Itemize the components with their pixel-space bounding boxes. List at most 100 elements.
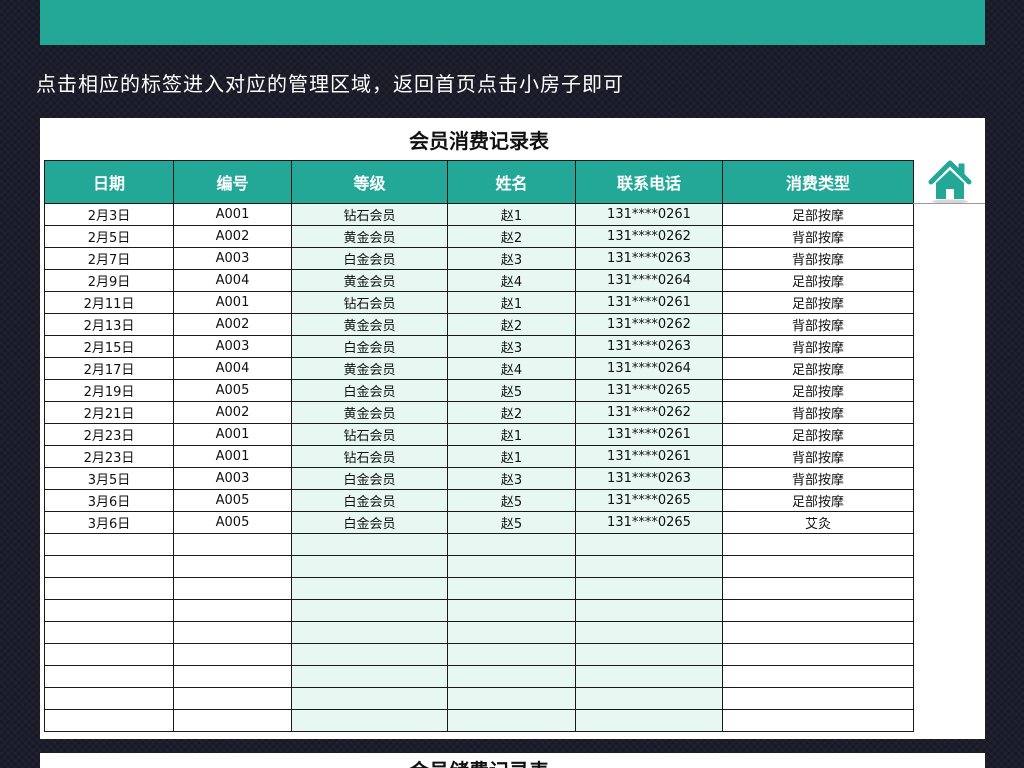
cell-type[interactable] [722,555,914,578]
cell-level[interactable] [291,643,448,666]
cell-id[interactable]: A005 [173,379,292,402]
cell-phone[interactable]: 131****0265 [575,489,723,512]
cell-date[interactable]: 2月15日 [44,335,174,358]
cell-name[interactable]: 赵2 [447,313,576,336]
cell-id[interactable]: A002 [173,225,292,248]
cell-date[interactable] [44,665,174,688]
cell-type[interactable]: 背部按摩 [722,401,914,424]
cell-name[interactable] [447,709,576,732]
cell-id[interactable]: A003 [173,247,292,270]
table-row[interactable]: 2月23日 A001 钻石会员 赵1 131****0261 背部按摩 [44,445,914,468]
cell-id[interactable]: A001 [173,291,292,314]
cell-phone[interactable]: 131****0261 [575,291,723,314]
cell-name[interactable] [447,665,576,688]
cell-name[interactable] [447,533,576,556]
cell-level[interactable] [291,687,448,710]
cell-name[interactable]: 赵2 [447,225,576,248]
cell-level[interactable] [291,599,448,622]
cell-id[interactable]: A001 [173,445,292,468]
table-row[interactable]: 2月7日 A003 白金会员 赵3 131****0263 背部按摩 [44,247,914,270]
table-row[interactable] [44,709,914,732]
cell-date[interactable] [44,709,174,732]
cell-name[interactable] [447,621,576,644]
cell-date[interactable]: 2月21日 [44,401,174,424]
table-row[interactable]: 2月15日 A003 白金会员 赵3 131****0263 背部按摩 [44,335,914,358]
cell-level[interactable]: 钻石会员 [291,203,448,226]
cell-type[interactable]: 背部按摩 [722,225,914,248]
cell-level[interactable] [291,621,448,644]
table-row[interactable] [44,643,914,666]
cell-level[interactable]: 白金会员 [291,467,448,490]
cell-id[interactable]: A003 [173,335,292,358]
cell-name[interactable] [447,555,576,578]
cell-name[interactable]: 赵3 [447,467,576,490]
table-row[interactable] [44,533,914,556]
cell-date[interactable] [44,643,174,666]
cell-name[interactable]: 赵5 [447,489,576,512]
table-row[interactable] [44,599,914,622]
cell-phone[interactable] [575,599,723,622]
house-icon[interactable] [925,158,975,204]
cell-id[interactable]: A003 [173,467,292,490]
cell-name[interactable]: 赵1 [447,291,576,314]
cell-level[interactable]: 黄金会员 [291,313,448,336]
cell-date[interactable] [44,599,174,622]
cell-phone[interactable] [575,665,723,688]
cell-level[interactable]: 白金会员 [291,511,448,534]
cell-date[interactable]: 2月13日 [44,313,174,336]
cell-date[interactable]: 2月7日 [44,247,174,270]
table-row[interactable]: 2月19日 A005 白金会员 赵5 131****0265 足部按摩 [44,379,914,402]
cell-phone[interactable] [575,687,723,710]
cell-name[interactable]: 赵1 [447,423,576,446]
cell-id[interactable] [173,555,292,578]
home-button[interactable] [925,158,975,204]
cell-phone[interactable] [575,643,723,666]
cell-phone[interactable]: 131****0265 [575,379,723,402]
cell-level[interactable]: 钻石会员 [291,423,448,446]
cell-type[interactable]: 足部按摩 [722,269,914,292]
cell-date[interactable]: 2月19日 [44,379,174,402]
cell-level[interactable]: 黄金会员 [291,225,448,248]
table-row[interactable]: 2月11日 A001 钻石会员 赵1 131****0261 足部按摩 [44,291,914,314]
cell-phone[interactable] [575,621,723,644]
cell-type[interactable]: 足部按摩 [722,203,914,226]
cell-type[interactable]: 背部按摩 [722,335,914,358]
table-row[interactable] [44,555,914,578]
cell-type[interactable]: 足部按摩 [722,423,914,446]
cell-level[interactable]: 白金会员 [291,247,448,270]
cell-date[interactable] [44,533,174,556]
cell-date[interactable] [44,621,174,644]
cell-date[interactable]: 2月17日 [44,357,174,380]
table-row[interactable] [44,687,914,710]
cell-id[interactable] [173,643,292,666]
cell-type[interactable]: 背部按摩 [722,467,914,490]
cell-id[interactable] [173,665,292,688]
cell-date[interactable]: 2月3日 [44,203,174,226]
cell-level[interactable] [291,577,448,600]
cell-level[interactable]: 黄金会员 [291,357,448,380]
cell-type[interactable]: 背部按摩 [722,445,914,468]
cell-level[interactable]: 白金会员 [291,489,448,512]
table-row[interactable] [44,665,914,688]
cell-name[interactable]: 赵2 [447,401,576,424]
cell-phone[interactable]: 131****0262 [575,313,723,336]
cell-phone[interactable]: 131****0261 [575,203,723,226]
cell-phone[interactable]: 131****0262 [575,401,723,424]
cell-name[interactable]: 赵4 [447,269,576,292]
table-row[interactable]: 2月5日 A002 黄金会员 赵2 131****0262 背部按摩 [44,225,914,248]
cell-id[interactable]: A001 [173,423,292,446]
cell-level[interactable] [291,709,448,732]
cell-phone[interactable] [575,577,723,600]
cell-level[interactable] [291,555,448,578]
cell-phone[interactable]: 131****0264 [575,269,723,292]
cell-date[interactable] [44,687,174,710]
cell-id[interactable]: A005 [173,511,292,534]
cell-type[interactable]: 足部按摩 [722,291,914,314]
cell-type[interactable] [722,665,914,688]
table-row[interactable] [44,577,914,600]
cell-id[interactable] [173,709,292,732]
cell-id[interactable]: A002 [173,401,292,424]
table-row[interactable]: 3月5日 A003 白金会员 赵3 131****0263 背部按摩 [44,467,914,490]
cell-date[interactable]: 2月5日 [44,225,174,248]
cell-name[interactable] [447,599,576,622]
